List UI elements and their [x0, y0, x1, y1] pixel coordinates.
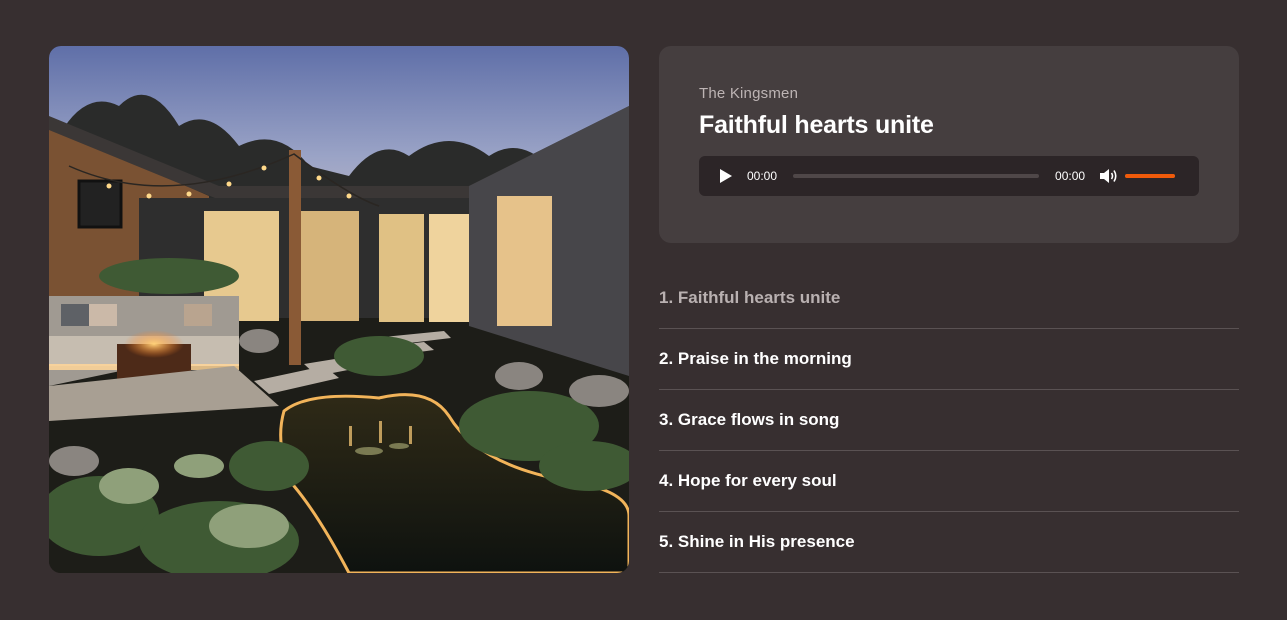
- playlist: 1. Faithful hearts unite 2. Praise in th…: [659, 268, 1239, 573]
- play-icon: [720, 169, 732, 183]
- track-title: Faithful hearts unite: [699, 111, 934, 139]
- artwork-image: [49, 46, 629, 573]
- playlist-item[interactable]: 1. Faithful hearts unite: [659, 268, 1239, 329]
- playlist-item[interactable]: 2. Praise in the morning: [659, 329, 1239, 390]
- play-button[interactable]: [719, 168, 733, 184]
- audio-player: 00:00 00:00: [699, 156, 1199, 196]
- playlist-item[interactable]: 3. Grace flows in song: [659, 390, 1239, 451]
- album-artwork: [49, 46, 629, 573]
- playlist-item[interactable]: 4. Hope for every soul: [659, 451, 1239, 512]
- seek-bar[interactable]: [793, 174, 1040, 178]
- mute-button[interactable]: [1099, 167, 1119, 185]
- current-time: 00:00: [747, 169, 778, 183]
- volume-level: [1125, 174, 1176, 178]
- volume-icon: [1100, 169, 1117, 183]
- player-card: The Kingsmen Faithful hearts unite 00:00…: [659, 46, 1239, 243]
- artist-name: The Kingsmen: [699, 85, 799, 102]
- volume-slider[interactable]: [1125, 174, 1176, 178]
- duration-time: 00:00: [1055, 169, 1086, 183]
- playlist-item[interactable]: 5. Shine in His presence: [659, 512, 1239, 573]
